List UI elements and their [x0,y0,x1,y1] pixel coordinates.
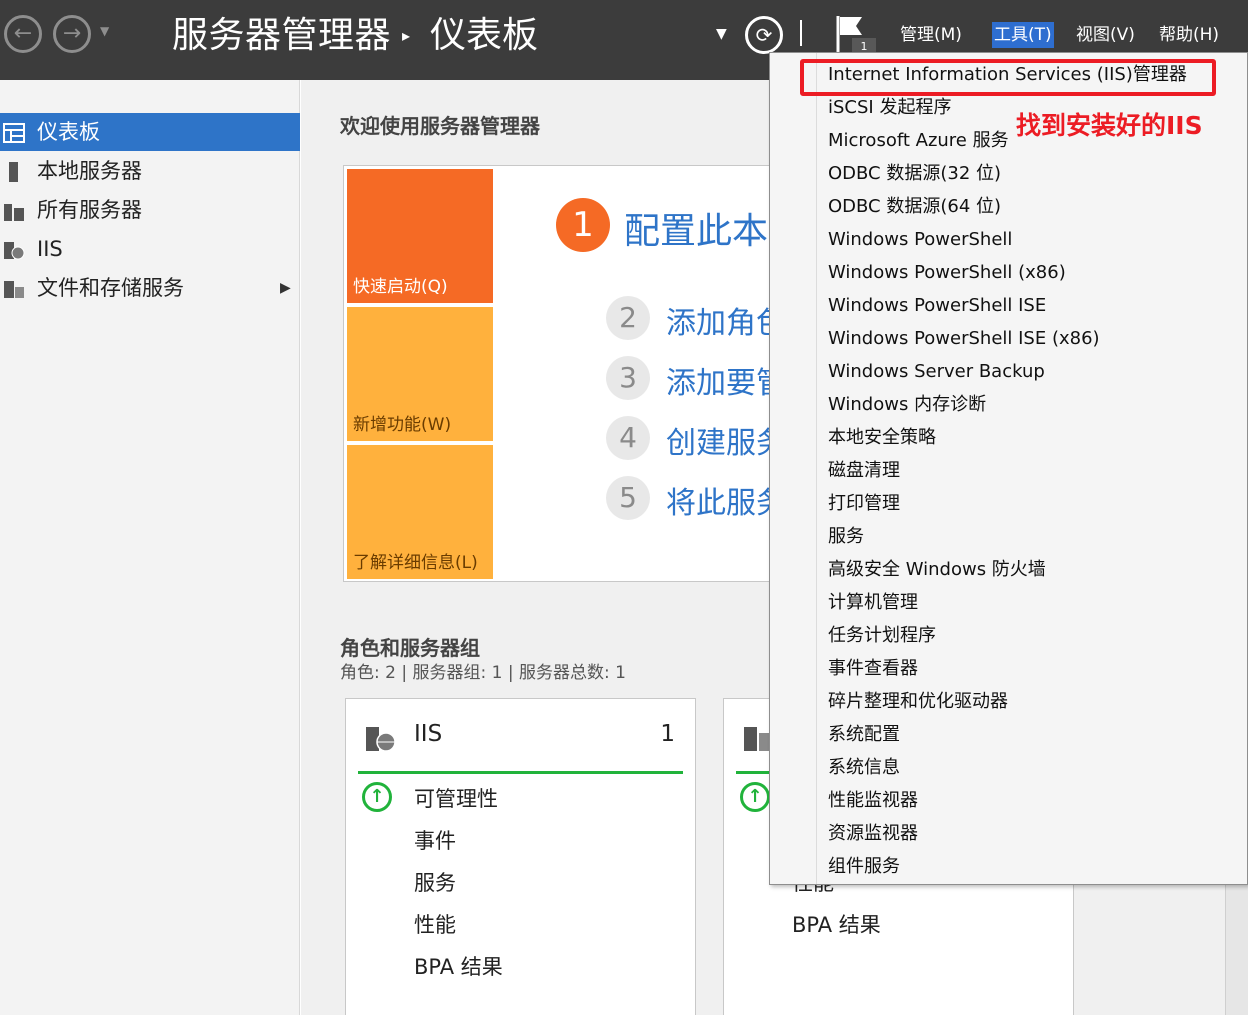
sidebar-item-iis[interactable]: IIS [0,230,300,268]
forward-button[interactable]: → [53,15,91,53]
menu-item-resource-monitor[interactable]: 资源监视器 [828,817,918,850]
step-number: 2 [606,296,650,340]
server-icon [9,162,18,182]
sidebar-item-label: 仪表板 [37,120,100,144]
tile-label: 新增功能(W) [353,415,452,435]
tools-dropdown-menu: Internet Information Services (IIS)管理器 i… [769,52,1248,885]
tile-label: 了解详细信息(L) [353,553,478,573]
menu-item-task-scheduler[interactable]: 任务计划程序 [828,619,936,652]
refresh-button[interactable]: ⟳ [745,16,783,54]
menu-manage[interactable]: 管理(M) [898,22,964,48]
menu-item-azure[interactable]: Microsoft Azure 服务 [828,124,1009,157]
step-add-roles-link[interactable]: 添加角色 [666,298,786,342]
welcome-title: 欢迎使用服务器管理器 [340,114,540,138]
card-title[interactable]: IIS [414,721,442,747]
iis-icon [4,242,25,260]
breadcrumb-separator-icon: ▸ [402,26,411,45]
servers-icon [4,204,24,221]
card-row-events[interactable]: 事件 [414,825,456,855]
menu-item-firewall[interactable]: 高级安全 Windows 防火墙 [828,553,1046,586]
sidebar-item-label: 文件和存储服务 [37,276,184,300]
menu-help[interactable]: 帮助(H) [1157,22,1221,48]
sidebar-item-label: 所有服务器 [37,198,142,222]
menu-item-odbc32[interactable]: ODBC 数据源(32 位) [828,157,1001,190]
card-count: 1 [660,721,675,747]
roles-title: 角色和服务器组 [340,636,480,660]
roles-summary: 角色: 2 | 服务器组: 1 | 服务器总数: 1 [340,663,626,683]
card-row-services[interactable]: 服务 [414,867,456,897]
role-card-iis[interactable]: IIS 1 ↑ 可管理性 事件 服务 性能 BPA 结果 [345,698,696,1015]
menu-item-system-information[interactable]: 系统信息 [828,751,900,784]
sidebar-item-local-server[interactable]: 本地服务器 [0,152,300,190]
back-button[interactable]: ← [4,15,42,53]
step-number: 1 [556,198,610,252]
annotation-highlight-box [800,59,1216,96]
menu-item-powershell-ise[interactable]: Windows PowerShell ISE [828,289,1046,322]
scrollbar[interactable] [1225,885,1248,1015]
sidebar-item-label: 本地服务器 [37,159,142,183]
menu-item-event-viewer[interactable]: 事件查看器 [828,652,918,685]
storage-icon [4,281,24,298]
step-number: 4 [606,416,650,460]
step-connect-link[interactable]: 将此服务 [666,478,786,522]
expand-arrow-icon[interactable]: ▶ [280,269,291,307]
status-bar [358,771,683,774]
step-number: 5 [606,476,650,520]
chevron-down-icon[interactable]: ▼ [716,26,727,42]
menu-item-odbc64[interactable]: ODBC 数据源(64 位) [828,190,1001,223]
status-ok-icon: ↑ [740,782,770,812]
toolbar-divider [800,20,802,46]
menu-item-powershell-ise-x86[interactable]: Windows PowerShell ISE (x86) [828,322,1100,355]
history-dropdown-icon[interactable]: ▼ [100,24,109,38]
menu-item-computer-management[interactable]: 计算机管理 [828,586,918,619]
step-number: 3 [606,356,650,400]
menu-item-performance-monitor[interactable]: 性能监视器 [828,784,918,817]
menu-item-server-backup[interactable]: Windows Server Backup [828,355,1045,388]
menu-item-disk-cleanup[interactable]: 磁盘清理 [828,454,900,487]
tile-label: 快速启动(Q) [353,277,448,297]
sidebar-item-all-servers[interactable]: 所有服务器 [0,191,300,229]
iis-icon [366,727,396,752]
card-row-manageability[interactable]: 可管理性 [414,783,498,813]
step-add-servers-link[interactable]: 添加要管 [666,358,786,402]
tile-learn-more[interactable]: 了解详细信息(L) [347,445,493,579]
tile-quick-start[interactable]: 快速启动(Q) [347,169,493,303]
page-title: 仪表板 [430,15,539,56]
menu-item-print-management[interactable]: 打印管理 [828,487,900,520]
menu-item-services[interactable]: 服务 [828,520,864,553]
tile-whats-new[interactable]: 新增功能(W) [347,307,493,441]
sidebar-item-label: IIS [37,237,63,261]
welcome-panel: 快速启动(Q) 新增功能(W) 了解详细信息(L) 1 配置此本 2 添加角色 … [343,165,786,582]
menu-item-system-configuration[interactable]: 系统配置 [828,718,900,751]
step-configure-link[interactable]: 配置此本 [624,202,768,254]
app-title: 服务器管理器 [172,15,392,56]
sidebar-item-dashboard[interactable]: 仪表板 [0,113,300,151]
menu-view[interactable]: 视图(V) [1074,22,1137,48]
menu-tools[interactable]: 工具(T) [992,22,1054,48]
annotation-text: 找到安装好的IIS [1016,111,1203,140]
menu-item-memory-diagnostic[interactable]: Windows 内存诊断 [828,388,986,421]
card-row-bpa[interactable]: BPA 结果 [414,951,503,981]
menu-item-powershell-x86[interactable]: Windows PowerShell (x86) [828,256,1066,289]
menu-item-defragment[interactable]: 碎片整理和优化驱动器 [828,685,1008,718]
sidebar: 仪表板 本地服务器 所有服务器 IIS 文件和存储服务 ▶ [0,80,300,1015]
status-ok-icon: ↑ [362,782,392,812]
card-row-performance[interactable]: 性能 [414,909,456,939]
card-row-bpa[interactable]: BPA 结果 [792,909,881,939]
menu-gutter [816,53,817,884]
menu-item-component-services[interactable]: 组件服务 [828,850,900,883]
dashboard-icon [3,123,25,143]
menu-item-powershell[interactable]: Windows PowerShell [828,223,1012,256]
sidebar-item-file-storage[interactable]: 文件和存储服务 ▶ [0,269,300,307]
step-create-group-link[interactable]: 创建服务 [666,418,786,462]
menu-item-local-security-policy[interactable]: 本地安全策略 [828,421,936,454]
